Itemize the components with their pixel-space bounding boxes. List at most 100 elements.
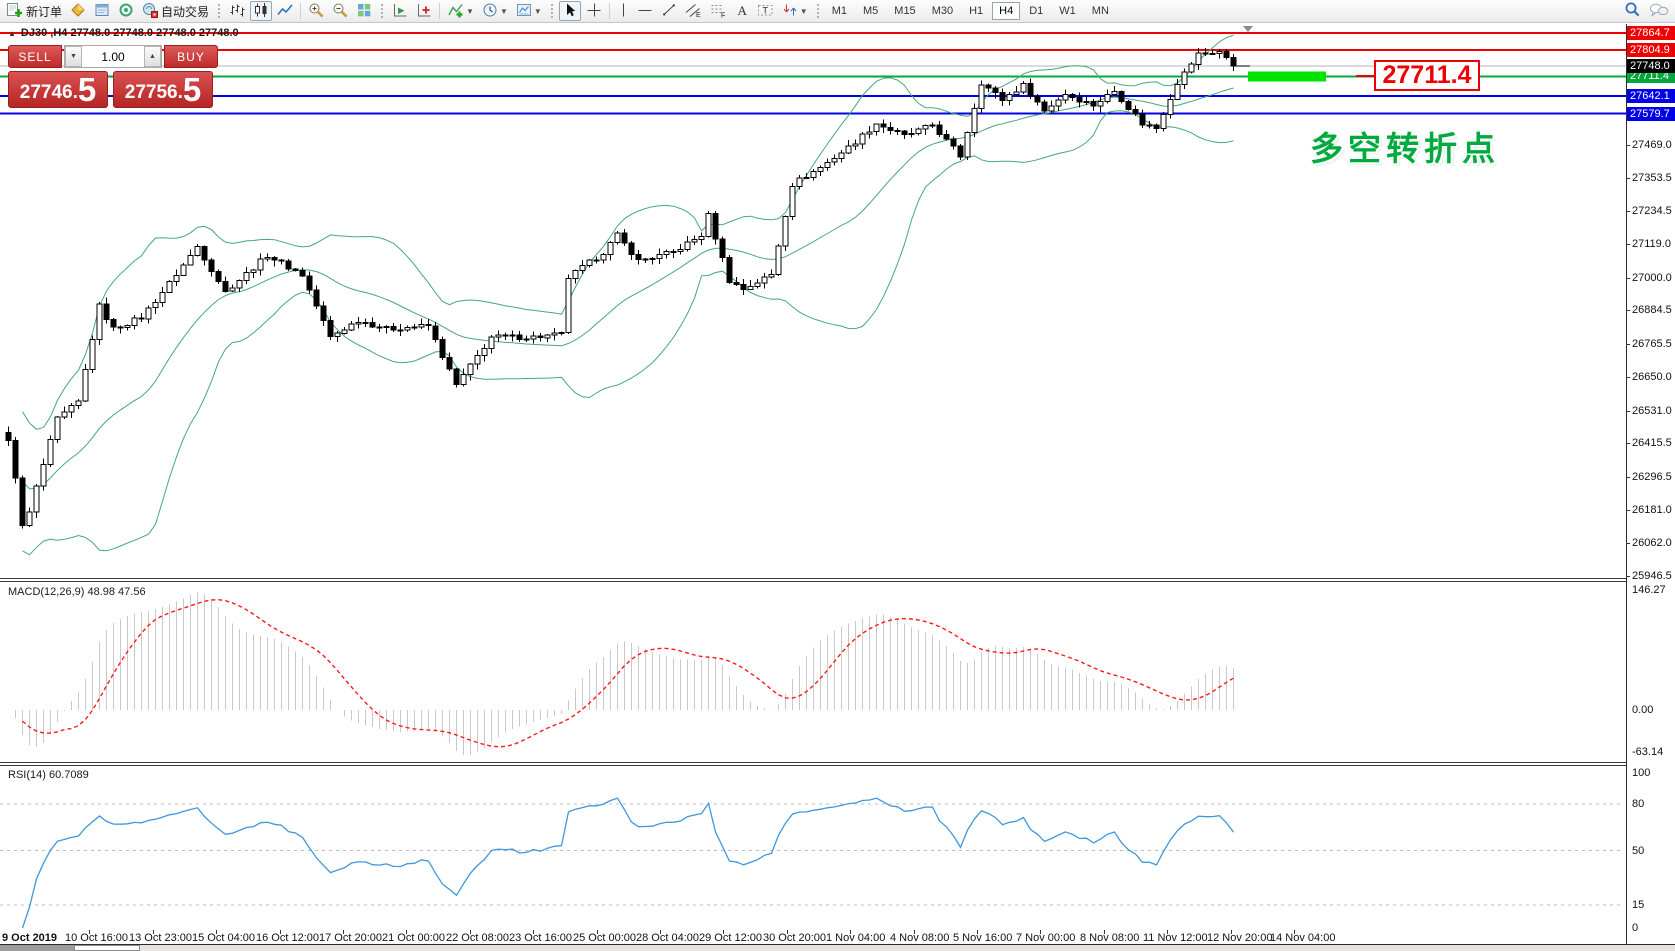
timeframe-d1-button[interactable]: D1 <box>1022 2 1050 20</box>
toolbar-grip <box>217 3 222 19</box>
date-axis-label: 13 Oct 23:00 <box>129 932 192 944</box>
macd-panel-canvas[interactable] <box>0 582 1627 762</box>
templates-button[interactable]: ▼ <box>513 1 545 21</box>
date-tick-mark <box>89 930 90 934</box>
trendline-button[interactable] <box>658 1 680 21</box>
chat-button[interactable] <box>1646 1 1672 21</box>
chart-shift-button[interactable] <box>413 1 435 21</box>
arrows-button[interactable]: ▼ <box>779 1 811 21</box>
date-axis-label: 14 Nov 04:00 <box>1270 932 1336 944</box>
price-tick-label: 27000.0 <box>1632 272 1672 284</box>
date-axis-label: 8 Nov 08:00 <box>1080 932 1140 944</box>
tile-windows-button[interactable] <box>353 1 375 21</box>
auto-scroll-button[interactable] <box>389 1 411 21</box>
timeframe-m1-button[interactable]: M1 <box>825 2 854 20</box>
chevron-down-icon: ▼ <box>533 6 542 16</box>
toolbar-separator <box>439 3 441 19</box>
candle-chart-button[interactable] <box>250 1 273 21</box>
volume-input[interactable] <box>82 46 144 67</box>
rsi-axis-label: 80 <box>1632 798 1645 810</box>
price-tick-label: 27119.0 <box>1632 238 1671 250</box>
timeframe-m15-button[interactable]: M15 <box>887 2 922 20</box>
channel-icon: E <box>685 2 702 21</box>
date-axis-label: 15 Oct 04:00 <box>192 932 255 944</box>
data-window-button[interactable] <box>91 1 113 21</box>
turning-point-annotation[interactable]: 多空转折点 <box>1310 122 1500 170</box>
date-axis-label: 4 Nov 08:00 <box>890 932 950 944</box>
rsi-level-lines <box>0 803 1620 906</box>
crosshair-button[interactable] <box>583 1 605 21</box>
chart-title-text: DJ30 ,H4 27748.0 27748.0 27748.0 27748.0 <box>20 27 239 39</box>
horizontal-scrollbar[interactable] <box>0 945 1675 951</box>
macd-indicator-label: MACD(12,26,9) 48.98 47.56 <box>8 586 146 598</box>
line-chart-button[interactable] <box>274 1 296 21</box>
timeframe-mn-button[interactable]: MN <box>1085 2 1116 20</box>
candles <box>5 47 1250 529</box>
main-chart-canvas[interactable] <box>0 24 1627 580</box>
price-tick-mark <box>1626 244 1630 245</box>
timeframe-m5-button[interactable]: M5 <box>856 2 885 20</box>
timeframe-m30-button[interactable]: M30 <box>925 2 960 20</box>
date-axis-label: 25 Oct 00:00 <box>573 932 636 944</box>
auto-scroll-icon <box>392 2 408 21</box>
volume-decrease-button[interactable]: ▼ <box>65 46 82 67</box>
periods-button[interactable]: ▼ <box>479 1 511 21</box>
zoom-in-icon <box>308 2 324 21</box>
hline-price-label: 27642.1 <box>1627 89 1675 103</box>
vertical-line-button[interactable] <box>614 1 632 21</box>
price-tick-mark <box>1626 443 1630 444</box>
rsi-indicator-label: RSI(14) 60.7089 <box>8 769 89 781</box>
panel-separator[interactable] <box>0 762 1627 766</box>
price-tick-mark <box>1626 543 1630 544</box>
price-tick-mark <box>1626 576 1630 577</box>
new-order-button[interactable]: 新订单 <box>3 1 65 21</box>
rsi-axis-label: 50 <box>1632 845 1645 857</box>
horizontal-line-button[interactable] <box>634 1 656 21</box>
indicators-button[interactable]: ▼ <box>444 1 477 21</box>
sell-price-display[interactable]: 27746. 5 <box>8 71 108 108</box>
rsi-axis-label: 100 <box>1632 767 1651 779</box>
collapse-icon[interactable]: ▲ <box>8 29 16 38</box>
zoom-in-button[interactable] <box>305 1 327 21</box>
signals-button[interactable] <box>115 1 137 21</box>
chart-shift-marker[interactable] <box>1243 26 1253 32</box>
scrollbar-thumb[interactable] <box>74 945 140 951</box>
price-tick-mark <box>1626 145 1630 146</box>
date-tick-mark <box>280 930 281 934</box>
text-button[interactable]: A <box>732 1 752 21</box>
price-axis-border <box>1626 24 1627 944</box>
date-tick-mark <box>533 930 534 934</box>
fibonacci-button[interactable]: F <box>707 1 730 21</box>
buy-price-display[interactable]: 27756. 5 <box>113 71 213 108</box>
timeframe-h4-button[interactable]: H4 <box>992 2 1021 20</box>
tile-windows-icon <box>356 2 372 21</box>
timeframe-h1-button[interactable]: H1 <box>962 2 990 20</box>
date-tick-mark <box>216 930 217 934</box>
price-tag-dash <box>1356 75 1374 77</box>
cursor-button[interactable] <box>558 1 581 21</box>
bar-chart-button[interactable] <box>226 1 248 21</box>
date-tick-mark <box>406 930 407 934</box>
rsi-panel-canvas[interactable] <box>0 766 1627 930</box>
market-watch-icon <box>70 2 86 21</box>
text-label-button[interactable]: T <box>754 1 777 21</box>
panel-separator[interactable] <box>0 578 1627 582</box>
market-watch-button[interactable] <box>67 1 89 21</box>
current-price-label: 27748.0 <box>1627 59 1675 73</box>
rsi-axis-label: 0 <box>1632 922 1639 934</box>
price-tag-label[interactable]: 27711.4 <box>1374 60 1480 91</box>
timeframe-w1-button[interactable]: W1 <box>1052 2 1083 20</box>
equidistant-channel-button[interactable]: E <box>682 1 705 21</box>
price-tick-mark <box>1626 411 1630 412</box>
buy-button[interactable]: BUY <box>164 45 218 68</box>
autotrading-button[interactable]: 自动交易 <box>139 1 212 21</box>
toolbar-right-group <box>1620 1 1673 21</box>
volume-increase-button[interactable]: ▲ <box>144 46 161 67</box>
zoom-out-button[interactable] <box>329 1 351 21</box>
date-tick-mark <box>850 930 851 934</box>
search-button[interactable] <box>1621 1 1644 21</box>
sell-button[interactable]: SELL <box>8 45 62 68</box>
date-axis-label: 9 Oct 2019 <box>2 932 58 944</box>
date-tick-mark <box>597 930 598 934</box>
price-tick-mark <box>1626 510 1630 511</box>
